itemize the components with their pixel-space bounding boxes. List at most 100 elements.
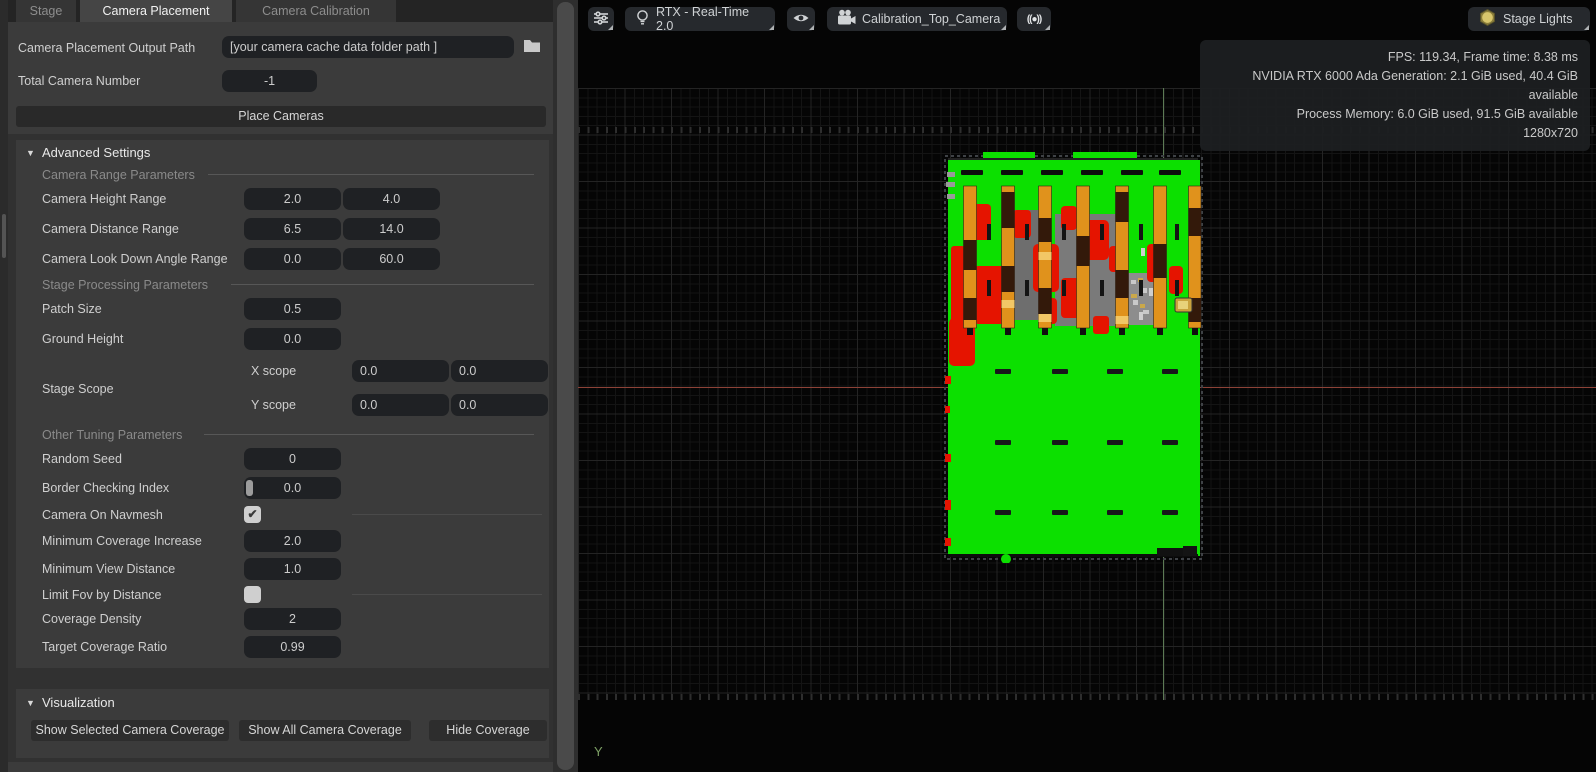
stage-map-render[interactable] bbox=[943, 148, 1205, 563]
visualization-frame: ▼ Visualization Show Selected Camera Cov… bbox=[16, 689, 549, 758]
camera-on-navmesh-checkbox[interactable]: ✔ bbox=[244, 506, 261, 523]
slider-handle[interactable] bbox=[246, 480, 253, 496]
row-divider bbox=[352, 594, 542, 595]
checkmark-icon: ✔ bbox=[247, 507, 257, 521]
camera-angle-max-input[interactable] bbox=[343, 248, 440, 270]
dropdown-corner-icon bbox=[769, 25, 774, 30]
row-divider bbox=[352, 514, 542, 515]
video-camera-icon bbox=[837, 9, 856, 29]
stats-resolution: 1280x720 bbox=[1200, 124, 1578, 143]
y-scope-min-input[interactable] bbox=[352, 394, 449, 416]
patch-size-input[interactable] bbox=[244, 298, 341, 320]
dropdown-corner-icon bbox=[809, 25, 814, 30]
stage-lights-button[interactable]: Stage Lights bbox=[1468, 7, 1590, 31]
limit-fov-label: Limit Fov by Distance bbox=[42, 584, 161, 606]
min-view-distance-input[interactable] bbox=[244, 558, 341, 580]
section-other-tuning: Other Tuning Parameters bbox=[42, 428, 182, 442]
axis-gizmo-y-label: Y bbox=[594, 744, 603, 759]
ground-height-input[interactable] bbox=[244, 328, 341, 350]
dropdown-corner-icon bbox=[608, 25, 613, 30]
eye-icon bbox=[792, 11, 810, 28]
grid-edge-ticks bbox=[578, 694, 1596, 700]
camera-height-max-input[interactable] bbox=[343, 188, 440, 210]
patch-size-label: Patch Size bbox=[42, 298, 102, 320]
min-coverage-increase-label: Minimum Coverage Increase bbox=[42, 530, 202, 552]
renderer-selector-button[interactable]: RTX - Real-Time 2.0 bbox=[625, 7, 775, 31]
sliders-icon bbox=[593, 10, 609, 29]
section-divider bbox=[208, 174, 534, 175]
target-coverage-label: Target Coverage Ratio bbox=[42, 636, 167, 658]
coverage-density-input[interactable] bbox=[244, 608, 341, 630]
tab-stage[interactable]: Stage bbox=[16, 0, 76, 22]
camera-distance-range-label: Camera Distance Range bbox=[42, 218, 179, 240]
target-coverage-input[interactable] bbox=[244, 636, 341, 658]
advanced-settings-frame: ▼ Advanced Settings Camera Range Paramet… bbox=[16, 140, 549, 668]
tab-camera-calibration[interactable]: Camera Calibration bbox=[236, 0, 396, 22]
stage-lights-label: Stage Lights bbox=[1503, 12, 1573, 26]
collapse-triangle-icon[interactable]: ▼ bbox=[26, 695, 35, 711]
left-dock-splitter[interactable] bbox=[0, 0, 8, 772]
stage-light-icon bbox=[1478, 8, 1497, 30]
total-camera-label: Total Camera Number bbox=[18, 70, 140, 92]
next-section-partial bbox=[8, 762, 553, 772]
camera-angle-range-label: Camera Look Down Angle Range bbox=[42, 248, 228, 270]
stats-gpu-memory: NVIDIA RTX 6000 Ada Generation: 2.1 GiB … bbox=[1200, 67, 1578, 105]
border-checking-value: 0.0 bbox=[284, 481, 301, 495]
ground-height-label: Ground Height bbox=[42, 328, 123, 350]
left-splitter-handle[interactable] bbox=[2, 214, 6, 258]
camera-angle-min-input[interactable] bbox=[244, 248, 341, 270]
show-all-coverage-button[interactable]: Show All Camera Coverage bbox=[239, 720, 411, 741]
y-scope-max-input[interactable] bbox=[451, 394, 548, 416]
random-seed-input[interactable] bbox=[244, 448, 341, 470]
total-camera-input[interactable] bbox=[222, 70, 317, 92]
limit-fov-checkbox[interactable] bbox=[244, 586, 261, 603]
visualization-title[interactable]: Visualization bbox=[42, 695, 115, 711]
place-cameras-button[interactable]: Place Cameras bbox=[16, 106, 546, 127]
x-scope-min-input[interactable] bbox=[352, 360, 449, 382]
collapse-triangle-icon[interactable]: ▼ bbox=[26, 145, 35, 161]
border-checking-slider[interactable]: 0.0 bbox=[244, 477, 341, 499]
y-scope-label: Y scope bbox=[251, 394, 296, 416]
section-stage-processing: Stage Processing Parameters bbox=[42, 278, 208, 292]
folder-icon[interactable] bbox=[522, 36, 542, 59]
camera-distance-min-input[interactable] bbox=[244, 218, 341, 240]
min-view-distance-label: Minimum View Distance bbox=[42, 558, 175, 580]
x-scope-max-input[interactable] bbox=[451, 360, 548, 382]
stats-fps: FPS: 119.34, Frame time: 8.38 ms bbox=[1200, 48, 1578, 67]
stage-scope-label: Stage Scope bbox=[42, 378, 114, 400]
random-seed-label: Random Seed bbox=[42, 448, 122, 470]
renderer-name: RTX - Real-Time 2.0 bbox=[656, 5, 765, 33]
camera-selector-button[interactable]: Calibration_Top_Camera bbox=[827, 7, 1007, 31]
render-stats-overlay: FPS: 119.34, Frame time: 8.38 ms NVIDIA … bbox=[1200, 40, 1590, 151]
placement-top-section: Camera Placement Output Path Total Camer… bbox=[8, 22, 553, 134]
panel-scrollbar-handle[interactable] bbox=[557, 2, 574, 770]
section-divider bbox=[231, 284, 534, 285]
lightbulb-icon bbox=[635, 9, 650, 29]
dropdown-corner-icon bbox=[1001, 25, 1006, 30]
camera-placement-panel: Stage Camera Placement Camera Calibratio… bbox=[8, 0, 553, 772]
app-window: Stage Camera Placement Camera Calibratio… bbox=[0, 0, 1596, 772]
border-checking-label: Border Checking Index bbox=[42, 477, 169, 499]
hide-coverage-button[interactable]: Hide Coverage bbox=[429, 720, 547, 741]
stats-process-memory: Process Memory: 6.0 GiB used, 91.5 GiB a… bbox=[1200, 105, 1578, 124]
camera-height-min-input[interactable] bbox=[244, 188, 341, 210]
viewport-settings-button[interactable] bbox=[588, 7, 614, 31]
camera-height-range-label: Camera Height Range bbox=[42, 188, 166, 210]
min-coverage-increase-input[interactable] bbox=[244, 530, 341, 552]
camera-distance-max-input[interactable] bbox=[343, 218, 440, 240]
advanced-settings-title[interactable]: Advanced Settings bbox=[42, 145, 150, 161]
x-scope-label: X scope bbox=[251, 360, 296, 382]
broadcast-button[interactable]: ((●)) bbox=[1017, 7, 1051, 31]
section-camera-range: Camera Range Parameters bbox=[42, 168, 195, 182]
panel-tab-bar: Stage Camera Placement Camera Calibratio… bbox=[8, 0, 553, 22]
coverage-density-label: Coverage Density bbox=[42, 608, 141, 630]
dropdown-corner-icon bbox=[1045, 25, 1050, 30]
camera-name: Calibration_Top_Camera bbox=[862, 12, 1000, 26]
show-selected-coverage-button[interactable]: Show Selected Camera Coverage bbox=[31, 720, 229, 741]
visibility-eye-button[interactable] bbox=[787, 7, 815, 31]
panel-scrollbar[interactable] bbox=[553, 0, 578, 772]
tab-camera-placement[interactable]: Camera Placement bbox=[80, 0, 232, 22]
output-path-input[interactable] bbox=[222, 36, 514, 58]
camera-on-navmesh-label: Camera On Navmesh bbox=[42, 504, 163, 526]
viewport-3d-canvas[interactable]: RTX - Real-Time 2.0 Calibration_Top_Came… bbox=[578, 0, 1596, 772]
